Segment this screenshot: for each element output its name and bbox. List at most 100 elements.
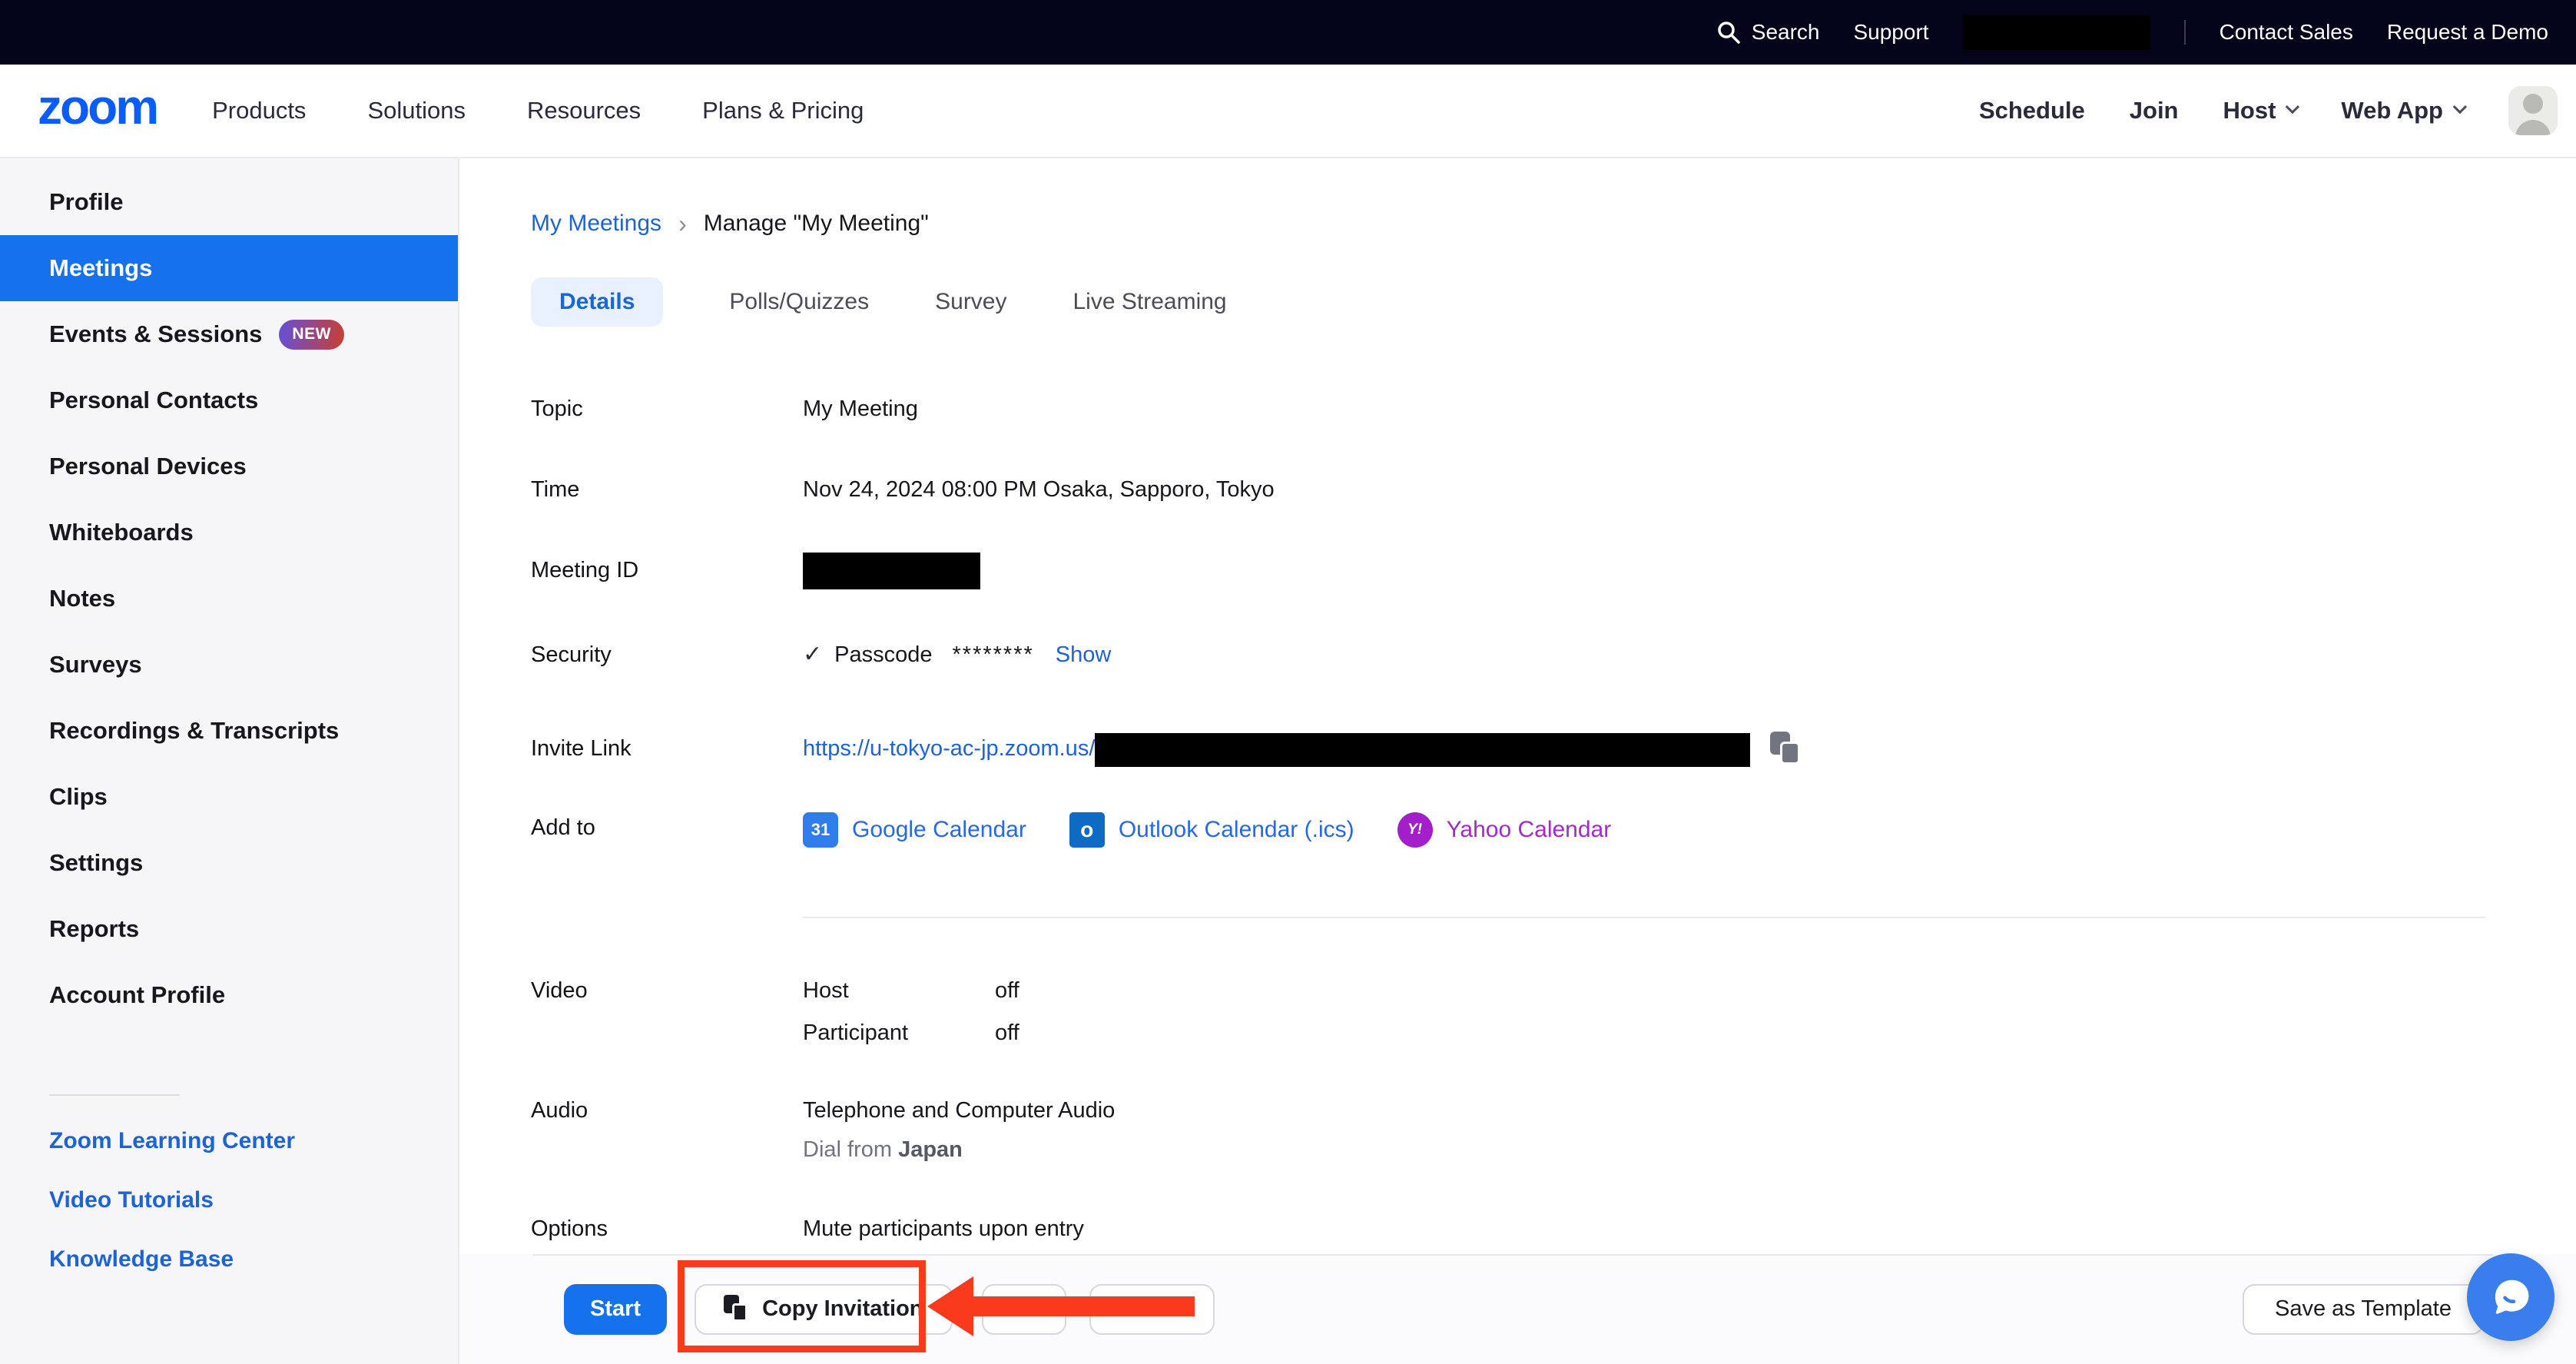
person-shoulders-icon: [2515, 120, 2551, 135]
breadcrumb-separator: ›: [678, 210, 687, 238]
chat-widget-button[interactable]: [2467, 1253, 2554, 1341]
sidebar-item-meetings[interactable]: Meetings: [0, 235, 458, 301]
annotation-arrow-icon: [927, 1276, 973, 1336]
video-participant-value: off: [995, 1014, 1019, 1052]
sidebar-item-recordings-transcripts[interactable]: Recordings & Transcripts: [0, 698, 458, 764]
search-button[interactable]: Search: [1716, 20, 1820, 45]
main-header: zoom Products Solutions Resources Plans …: [0, 65, 2576, 158]
breadcrumb-my-meetings[interactable]: My Meetings: [531, 211, 661, 237]
top-utility-bar: Search Support Contact Sales Request a D…: [0, 0, 2576, 65]
outlook-calendar-link[interactable]: o Outlook Calendar (.ics): [1069, 811, 1354, 849]
annotation-arrow-shaft: [970, 1296, 1195, 1316]
chat-bubble-icon: [2485, 1272, 2536, 1323]
avatar[interactable]: [2508, 86, 2558, 135]
time-label: Time: [531, 470, 803, 509]
tab-live-streaming[interactable]: Live Streaming: [1073, 289, 1227, 315]
sidebar-link-video-tutorials[interactable]: Video Tutorials: [0, 1170, 458, 1230]
nav-products[interactable]: Products: [212, 97, 306, 124]
sidebar-item-clips[interactable]: Clips: [0, 764, 458, 830]
schedule-link[interactable]: Schedule: [1979, 97, 2085, 124]
audio-value: Telephone and Computer Audio: [803, 1091, 1115, 1130]
chevron-down-icon: [2453, 99, 2467, 113]
options-row: Options Mute participants upon entry: [531, 1210, 2485, 1248]
sidebar-item-profile[interactable]: Profile: [0, 169, 458, 235]
tab-survey[interactable]: Survey: [935, 289, 1006, 315]
redacted-meeting-id: [803, 553, 980, 589]
new-badge: NEW: [279, 320, 344, 350]
nav-solutions[interactable]: Solutions: [367, 97, 466, 124]
section-divider: [803, 917, 2485, 918]
sidebar-item-settings[interactable]: Settings: [0, 830, 458, 896]
add-to-label: Add to: [531, 808, 803, 847]
sidebar-item-whiteboards[interactable]: Whiteboards: [0, 499, 458, 566]
support-link[interactable]: Support: [1853, 20, 1928, 45]
redacted-account-text: [1963, 15, 2150, 50]
security-label: Security: [531, 636, 803, 674]
meeting-details-content: My Meetings › Manage "My Meeting" Detail…: [459, 158, 2576, 1248]
sidebar: Profile Meetings Events & SessionsNEW Pe…: [0, 158, 459, 1364]
sidebar-item-events-sessions[interactable]: Events & SessionsNEW: [0, 301, 458, 367]
video-host-value: off: [995, 971, 1019, 1010]
show-passcode-link[interactable]: Show: [1056, 642, 1112, 667]
sidebar-item-personal-contacts[interactable]: Personal Contacts: [0, 367, 458, 433]
copy-link-icon[interactable]: [1770, 732, 1804, 768]
google-calendar-icon: 31: [803, 812, 838, 848]
join-link[interactable]: Join: [2130, 97, 2179, 124]
web-app-dropdown[interactable]: Web App: [2341, 97, 2464, 124]
tab-polls-quizzes[interactable]: Polls/Quizzes: [729, 289, 869, 315]
zoom-logo[interactable]: zoom: [38, 82, 157, 139]
invite-link-row: Invite Link https://u-tokyo-ac-jp.zoom.u…: [531, 729, 2485, 768]
video-host-label: Host: [803, 971, 995, 1010]
sidebar-item-surveys[interactable]: Surveys: [0, 632, 458, 698]
nav-resources[interactable]: Resources: [527, 97, 641, 124]
body-row: Profile Meetings Events & SessionsNEW Pe…: [0, 158, 2576, 1364]
zoom-web-portal: Search Support Contact Sales Request a D…: [0, 0, 2576, 1364]
person-icon: [2523, 94, 2543, 114]
outlook-calendar-icon: o: [1069, 812, 1105, 848]
tab-details[interactable]: Details: [531, 277, 663, 327]
invite-url[interactable]: https://u-tokyo-ac-jp.zoom.us/: [803, 736, 1095, 761]
main-panel: My Meetings › Manage "My Meeting" Detail…: [459, 158, 2576, 1364]
passcode-label: Passcode: [834, 642, 932, 667]
request-demo-link[interactable]: Request a Demo: [2387, 20, 2548, 45]
topic-value: My Meeting: [803, 390, 918, 428]
start-button[interactable]: Start: [564, 1284, 667, 1335]
yahoo-calendar-icon: Y!: [1397, 812, 1433, 848]
audio-row: Audio Telephone and Computer Audio Dial …: [531, 1091, 2485, 1169]
breadcrumb: My Meetings › Manage "My Meeting": [531, 207, 2485, 240]
search-label: Search: [1752, 20, 1820, 45]
nav-plans-pricing[interactable]: Plans & Pricing: [702, 97, 864, 124]
sidebar-link-learning-center[interactable]: Zoom Learning Center: [0, 1111, 458, 1170]
add-to-row: Add to 31 Google Calendar o Outlook Cale…: [531, 808, 2485, 851]
breadcrumb-current: Manage "My Meeting": [704, 211, 929, 237]
options-label: Options: [531, 1210, 803, 1248]
video-label: Video: [531, 971, 803, 1010]
tab-bar: Details Polls/Quizzes Survey Live Stream…: [531, 278, 2485, 325]
options-value: Mute participants upon entry: [803, 1210, 1084, 1248]
header-actions: Schedule Join Host Web App: [1979, 86, 2558, 135]
save-as-template-button[interactable]: Save as Template: [2243, 1284, 2484, 1335]
chevron-down-icon: [2286, 99, 2299, 113]
video-host-row: Host off: [803, 971, 1019, 1010]
sidebar-link-knowledge-base[interactable]: Knowledge Base: [0, 1230, 458, 1289]
primary-nav: Products Solutions Resources Plans & Pri…: [212, 97, 864, 124]
topic-label: Topic: [531, 390, 803, 428]
redacted-invite-url: [1095, 733, 1750, 767]
sidebar-item-notes[interactable]: Notes: [0, 566, 458, 632]
video-row: Video Host off Participant off: [531, 971, 2485, 1052]
contact-sales-link[interactable]: Contact Sales: [2220, 20, 2353, 45]
time-row: Time Nov 24, 2024 08:00 PM Osaka, Sappor…: [531, 470, 2485, 509]
video-participant-row: Participant off: [803, 1014, 1019, 1052]
sidebar-item-account-profile[interactable]: Account Profile: [0, 962, 458, 1028]
audio-label: Audio: [531, 1091, 803, 1130]
yahoo-calendar-link[interactable]: Y! Yahoo Calendar: [1397, 811, 1612, 849]
sidebar-item-reports[interactable]: Reports: [0, 896, 458, 962]
dial-from: Dial from Japan: [803, 1130, 1115, 1169]
sidebar-item-personal-devices[interactable]: Personal Devices: [0, 433, 458, 499]
host-dropdown[interactable]: Host: [2223, 97, 2297, 124]
invite-link-label: Invite Link: [531, 729, 803, 768]
topbar-divider: [2184, 20, 2186, 45]
google-calendar-link[interactable]: 31 Google Calendar: [803, 811, 1026, 849]
footer-divider: [532, 1254, 2493, 1256]
annotation-highlight-box: [678, 1260, 926, 1352]
